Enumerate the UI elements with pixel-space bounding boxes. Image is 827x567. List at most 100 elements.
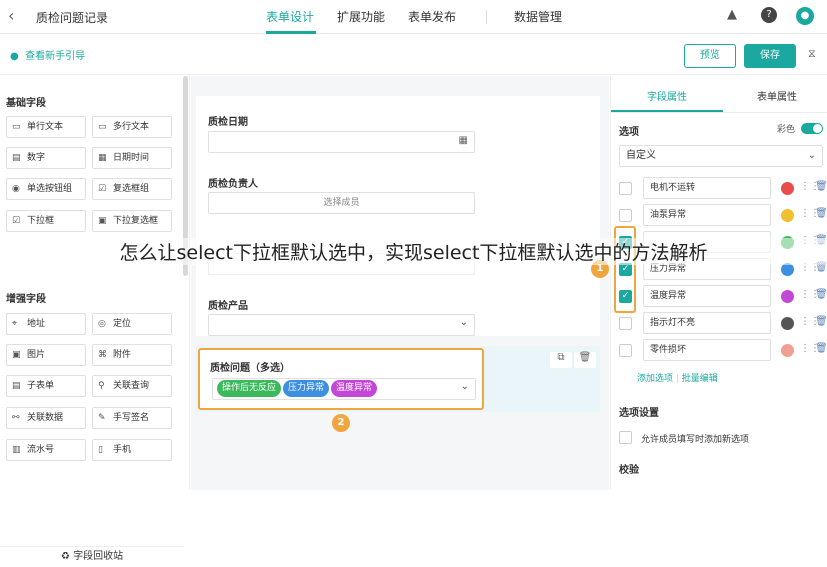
issue-multiselect[interactable]: 操作后无反应 压力异常 温度异常 ⌄ — [212, 378, 476, 400]
add-option-link[interactable]: 添加选项 — [637, 374, 673, 384]
component-panel: 基础字段 ▭ 单行文本 ▭ 多行文本 ▤ 数字 ▦ 日期时间 ◉ 单选按钮组 ☑ 复选框组 … — [0, 76, 190, 562]
option-text-input[interactable]: 指示灯不亮 — [643, 312, 771, 334]
tab-divider — [486, 10, 487, 24]
issue-field-card[interactable]: 质检问题（多选） 操作后无反应 压力异常 温度异常 ⌄ — [198, 348, 484, 410]
comp-image[interactable]: ▣ 图片 — [6, 344, 86, 366]
option-color-dot[interactable] — [781, 317, 794, 330]
owner-select[interactable]: 选择成员 — [208, 192, 475, 214]
option-default-checkbox[interactable] — [619, 317, 632, 330]
option-color-dot[interactable] — [781, 182, 794, 195]
tab-form-design[interactable]: 表单设计 — [266, 8, 314, 25]
comp-locate[interactable]: ◎ 定位 — [92, 313, 172, 335]
save-button[interactable]: 保存 — [744, 44, 796, 68]
active-tab-indicator — [266, 31, 316, 34]
option-default-checkbox[interactable] — [619, 209, 632, 222]
recycle-icon: ♻ — [60, 551, 74, 562]
option-text-input[interactable]: 油泵异常 — [643, 204, 771, 226]
tab-form-properties[interactable]: 表单属性 — [757, 88, 797, 103]
subform-icon: ▤ — [12, 381, 21, 391]
dropdown-icon: ☑ — [12, 216, 21, 226]
target-icon: ◎ — [98, 319, 106, 329]
comp-serial-number[interactable]: ▥ 流水号 — [6, 439, 86, 461]
issue-tag: 温度异常 — [331, 380, 378, 397]
help-icon[interactable]: ? — [761, 7, 777, 23]
top-bar: ‹ 质检问题记录 表单设计 扩展功能 表单发布 数据管理 ▲ ? ● — [0, 0, 827, 34]
chevron-left-icon[interactable]: ‹ — [8, 6, 14, 25]
serial-icon: ▥ — [12, 445, 21, 455]
comp-number[interactable]: ▤ 数字 — [6, 147, 86, 169]
trash-icon[interactable]: 🗑 — [815, 208, 827, 219]
recycle-bin[interactable]: ♻ 字段回收站 — [0, 546, 184, 566]
chevron-down-icon: ⌄ — [459, 317, 468, 328]
field-date-label: 质检日期 — [208, 117, 248, 128]
phone-icon: ▯ — [98, 445, 103, 455]
comp-single-text[interactable]: ▭ 单行文本 — [6, 116, 86, 138]
preview-button[interactable]: 预览 — [684, 44, 736, 68]
tab-form-publish[interactable]: 表单发布 — [408, 8, 456, 25]
comp-dropdown-multi[interactable]: ▣ 下拉复选框 — [92, 210, 172, 232]
issue-tag: 操作后无反应 — [217, 380, 282, 397]
copy-icon[interactable]: ⧉ — [550, 352, 572, 368]
tab-extensions[interactable]: 扩展功能 — [337, 8, 385, 25]
validation-title: 校验 — [619, 465, 639, 476]
tab-data-management[interactable]: 数据管理 — [514, 8, 562, 25]
option-row: 油泵异常 ⋮⋮ 🗑 — [619, 204, 827, 228]
comp-datetime[interactable]: ▦ 日期时间 — [92, 147, 172, 169]
text-icon: ▭ — [12, 122, 21, 132]
comp-related-data[interactable]: ⚯ 关联数据 — [6, 407, 86, 429]
field-owner-label: 质检负责人 — [208, 179, 258, 190]
option-color-dot[interactable] — [781, 209, 794, 222]
trash-icon[interactable]: 🗑 — [815, 343, 827, 354]
article-title-overlay: 怎么让select下拉框默认选中，实现select下拉框默认选中的方法解析 — [0, 238, 827, 265]
comp-attachment[interactable]: ⌘ 附件 — [92, 344, 172, 366]
comp-dropdown[interactable]: ☑ 下拉框 — [6, 210, 86, 232]
guide-link[interactable]: ● 查看新手引导 — [10, 47, 85, 62]
product-select[interactable]: ⌄ — [208, 314, 475, 336]
image-icon: ▣ — [12, 350, 21, 360]
enhanced-fields-title: 增强字段 — [6, 294, 46, 305]
comp-related-query[interactable]: ⚲ 关联查询 — [92, 375, 172, 397]
option-row: 指示灯不亮 ⋮⋮ 🗑 — [619, 312, 827, 336]
option-color-dot[interactable] — [781, 344, 794, 357]
comp-multi-text[interactable]: ▭ 多行文本 — [92, 116, 172, 138]
comp-signature[interactable]: ✎ 手写签名 — [92, 407, 172, 429]
option-row: ✓ 温度异常 ⋮⋮ 🗑 — [619, 285, 827, 309]
rocket-icon[interactable]: ▲ — [724, 7, 740, 23]
color-toggle[interactable] — [801, 123, 823, 134]
calendar-icon: ▦ — [98, 153, 107, 163]
trash-icon[interactable]: 🗑 — [574, 352, 596, 368]
dropdown-multi-icon: ▣ — [98, 216, 107, 226]
comp-checkbox-group[interactable]: ☑ 复选框组 — [92, 178, 172, 200]
option-text-input[interactable]: 温度异常 — [643, 285, 771, 307]
option-color-dot[interactable] — [781, 290, 794, 303]
option-source-select[interactable]: 自定义 ⌄ — [619, 145, 823, 167]
option-row: 零件损坏 ⋮⋮ 🗑 — [619, 339, 827, 363]
option-default-checkbox[interactable] — [619, 182, 632, 195]
comp-address[interactable]: ⌖ 地址 — [6, 313, 86, 335]
trash-icon[interactable]: 🗑 — [815, 289, 827, 300]
option-text-input[interactable]: 电机不运转 — [643, 177, 771, 199]
link-query-icon: ⚲ — [98, 381, 105, 391]
option-row: 电机不运转 ⋮⋮ 🗑 — [619, 177, 827, 201]
trash-icon[interactable]: 🗑 — [815, 181, 827, 192]
avatar-icon[interactable]: ● — [796, 7, 814, 25]
comp-subform[interactable]: ▤ 子表单 — [6, 375, 86, 397]
comp-phone[interactable]: ▯ 手机 — [92, 439, 172, 461]
number-icon: ▤ — [12, 153, 21, 163]
tab-field-properties[interactable]: 字段属性 — [647, 88, 687, 103]
trash-icon[interactable]: 🗑 — [815, 316, 827, 327]
option-source-value: 自定义 — [626, 150, 656, 161]
property-panel: 字段属性 表单属性 选项 彩色 自定义 ⌄ 电机不运转 ⋮⋮ 🗑 油泵异常 ⋮⋮… — [591, 76, 827, 490]
batch-edit-link[interactable]: 批量编辑 — [682, 374, 718, 384]
recycle-label: 字段回收站 — [73, 551, 124, 562]
allow-add-checkbox[interactable] — [619, 431, 632, 444]
checkbox-icon: ☑ — [98, 184, 107, 194]
option-text-input[interactable]: 零件损坏 — [643, 339, 771, 361]
option-actions: 添加选项 | 批量编辑 — [637, 374, 718, 384]
comp-radio-group[interactable]: ◉ 单选按钮组 — [6, 178, 86, 200]
issue-tag: 压力异常 — [283, 380, 330, 397]
date-input[interactable]: ▦ — [208, 131, 475, 153]
option-default-checkbox[interactable] — [619, 344, 632, 357]
share-icon[interactable]: ⧖ — [808, 47, 816, 61]
multiline-icon: ▭ — [98, 122, 107, 132]
